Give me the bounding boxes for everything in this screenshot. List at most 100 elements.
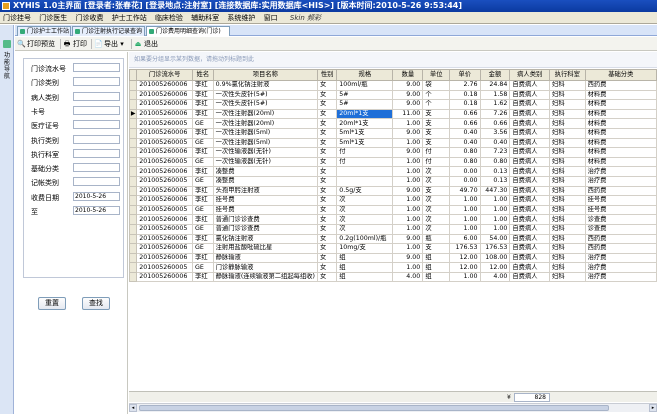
table-cell[interactable]: 女 — [316, 195, 338, 206]
table-cell[interactable]: 女 — [316, 137, 338, 149]
column-header[interactable]: 单位 — [422, 69, 451, 81]
table-cell[interactable]: 2.76 — [449, 80, 481, 91]
table-cell[interactable]: 妇科 — [549, 252, 586, 264]
table-cell[interactable]: 自费病人 — [509, 80, 551, 91]
table-cell[interactable]: 0.80 — [449, 147, 481, 158]
table-cell[interactable]: 次 — [336, 214, 394, 225]
menu-item-outpatient-doctor[interactable]: 门诊医生 — [36, 12, 70, 24]
table-cell[interactable]: 201005260006 — [136, 243, 194, 254]
table-cell[interactable]: 李红 — [192, 166, 214, 177]
table-cell[interactable]: 100ml/瓶 — [336, 80, 394, 91]
table-cell[interactable]: 女 — [316, 262, 338, 273]
table-cell[interactable]: GE — [192, 156, 214, 168]
table-cell[interactable]: 5ml*1支 — [336, 137, 394, 149]
table-cell[interactable]: 0.00 — [449, 166, 481, 177]
row-header[interactable] — [128, 166, 138, 177]
exit-button[interactable]: ⏏ 退出 — [134, 39, 158, 49]
table-cell[interactable]: 1.00 — [392, 156, 424, 168]
table-cell[interactable]: 自费病人 — [509, 204, 551, 216]
table-cell[interactable]: 治疗费 — [584, 271, 657, 283]
table-cell[interactable]: 0.80 — [479, 156, 511, 168]
table-cell[interactable]: 24.84 — [479, 80, 511, 91]
table-cell[interactable]: 1.00 — [392, 137, 424, 149]
table-cell[interactable]: GE — [192, 175, 214, 187]
table-cell[interactable]: 0.66 — [449, 108, 481, 120]
table-cell[interactable]: 诊查费 — [584, 214, 657, 225]
row-header[interactable] — [128, 147, 138, 158]
table-cell[interactable]: 门诊静脉输液 — [212, 262, 319, 273]
table-cell[interactable]: 女 — [316, 252, 338, 264]
table-cell[interactable]: 女 — [316, 214, 338, 225]
tab-injection-records[interactable]: 门诊注射执行记录查询 — [72, 26, 145, 36]
table-cell[interactable]: 妇科 — [549, 204, 586, 216]
table-cell[interactable]: 201005260005 — [136, 223, 194, 235]
table-cell[interactable]: 挂号费 — [212, 195, 319, 206]
table-cell[interactable]: 1.00 — [479, 195, 511, 206]
table-cell[interactable]: 女 — [316, 108, 338, 120]
table-cell[interactable]: 自费病人 — [509, 214, 551, 225]
table-row[interactable]: ▶ 201005260006 李红 一次性注射器(20ml) 女 20ml*1支 11.00… — [128, 108, 657, 120]
table-cell[interactable]: 西药费 — [584, 80, 657, 91]
table-row[interactable]: 201005260005 GE 一次性注射器(20ml) 女 20ml*1支 1.00 支 0… — [128, 118, 657, 129]
table-cell[interactable]: 5ml*1支 — [336, 127, 394, 139]
row-header[interactable] — [128, 137, 138, 149]
table-cell[interactable]: 9.00 — [392, 147, 424, 158]
table-cell[interactable]: 女 — [316, 156, 338, 168]
table-cell[interactable]: 个 — [422, 89, 451, 101]
table-cell[interactable]: 材料费 — [584, 147, 657, 158]
table-row[interactable]: 201005260006 李红 静脉输液(连续输液第二组起每组收) 女组 4.00 组 1.… — [128, 271, 657, 283]
table-cell[interactable]: 201005260006 — [136, 127, 194, 139]
table-cell[interactable]: 袋 — [422, 80, 451, 91]
table-cell[interactable]: 李红 — [192, 252, 214, 264]
table-cell[interactable]: 妇科 — [549, 175, 586, 187]
table-cell[interactable]: 次 — [422, 214, 451, 225]
table-row[interactable]: 201005260006 李红 氯化钠注射液女 0.2g(100ml)/瓶 9.00 瓶 6… — [128, 233, 657, 245]
table-cell[interactable]: 0.18 — [449, 89, 481, 101]
table-cell[interactable]: 注射用盐酸吡硫比星 — [212, 243, 319, 254]
column-header[interactable]: 基础分类 — [584, 69, 657, 81]
table-cell[interactable]: 201005260005 — [136, 118, 194, 129]
table-cell[interactable]: 1.00 — [449, 195, 481, 206]
table-cell[interactable]: 李红 — [192, 99, 214, 110]
row-header[interactable] — [128, 223, 138, 235]
table-cell[interactable]: 1.00 — [479, 223, 511, 235]
form-input[interactable] — [73, 77, 120, 87]
table-cell[interactable]: 次 — [422, 175, 451, 187]
table-cell[interactable]: 201005260005 — [136, 156, 194, 168]
menu-item-window[interactable]: 窗口 — [261, 12, 281, 24]
table-cell[interactable]: 自费病人 — [509, 147, 551, 158]
column-header[interactable]: 姓名 — [192, 69, 214, 81]
table-cell[interactable]: 108.00 — [479, 252, 511, 264]
table-cell[interactable]: 次 — [336, 195, 394, 206]
menu-item-nurse-station[interactable]: 护士工作站 — [109, 12, 150, 24]
form-input[interactable]: 2010-5-26 — [73, 191, 120, 201]
row-header[interactable] — [128, 89, 138, 101]
table-cell[interactable]: 李红 — [192, 89, 214, 101]
table-row[interactable]: 201005260006 李红 挂号费女次 1.00 次 1.00 1.00 自费病人 妇科 挂号… — [128, 195, 657, 206]
table-cell[interactable]: 女 — [316, 80, 338, 91]
form-input[interactable] — [73, 134, 120, 144]
table-cell[interactable]: 176.53 — [449, 243, 481, 254]
table-cell[interactable]: 次 — [422, 195, 451, 206]
table-cell[interactable]: 447.30 — [479, 185, 511, 197]
table-cell[interactable]: 1.00 — [392, 223, 424, 235]
table-cell[interactable]: 挂号费 — [212, 204, 319, 216]
table-cell[interactable]: 支 — [422, 185, 451, 197]
skin-label[interactable]: Skin 频彩 — [287, 12, 324, 24]
row-header[interactable] — [128, 156, 138, 168]
table-cell[interactable]: 201005260006 — [136, 195, 194, 206]
table-cell[interactable]: 支 — [422, 108, 451, 120]
table-cell[interactable]: 付 — [336, 147, 394, 158]
table-cell[interactable]: 201005260006 — [136, 271, 194, 283]
table-cell[interactable]: 0.5g/支 — [336, 185, 394, 197]
table-cell[interactable]: 女 — [316, 185, 338, 197]
form-input[interactable] — [73, 120, 120, 130]
table-cell[interactable]: 0.80 — [449, 156, 481, 168]
column-header[interactable]: 门诊流水号 — [136, 69, 194, 81]
table-cell[interactable]: 自费病人 — [509, 195, 551, 206]
table-cell[interactable]: 材料费 — [584, 108, 657, 120]
table-row[interactable]: 201005260006 李红 一次性头皮针(5#) 女 5# 9.00 个 0.18 1.58… — [128, 89, 657, 101]
table-cell[interactable]: 0.66 — [479, 118, 511, 129]
table-row[interactable]: 201005260006 李红 一次性头皮针(5#) 女 5# 9.00 个 0.18 1.62… — [128, 99, 657, 110]
table-cell[interactable]: 妇科 — [549, 147, 586, 158]
